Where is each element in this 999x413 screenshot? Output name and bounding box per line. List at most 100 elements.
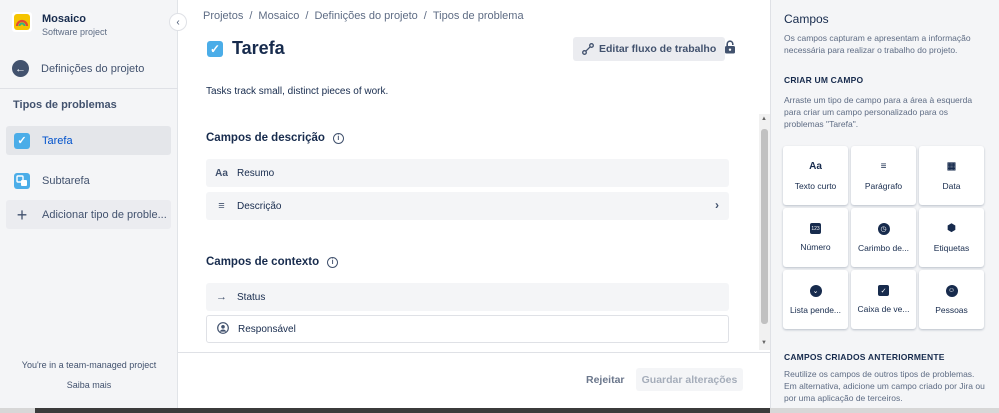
info-icon[interactable]: i — [327, 256, 339, 268]
user-avatar-icon — [216, 321, 229, 337]
field-type-label: Caixa de ve... — [857, 304, 910, 314]
calendar-icon: ▦ — [946, 161, 957, 172]
reject-button[interactable]: Rejeitar — [586, 374, 625, 386]
edit-workflow-button[interactable]: Editar fluxo de trabalho — [573, 37, 726, 61]
breadcrumb-separator: / — [249, 10, 253, 22]
fields-scroll-area[interactable]: Campos de descrição i Aa Resumo ≡ Descri… — [178, 110, 770, 352]
field-type-grid: Aa Texto curto ≡ Parágrafo ▦ Data 123 Nú… — [783, 146, 986, 329]
field-type-label: Lista pende... — [789, 304, 842, 315]
field-label: Descrição — [237, 200, 282, 212]
field-descricao[interactable]: ≡ Descrição › — [206, 192, 729, 220]
create-field-heading: CRIAR UM CAMPO — [784, 75, 864, 85]
field-type-label: Etiquetas — [933, 242, 970, 253]
field-type-dropdown[interactable]: ⌄ Lista pende... — [783, 270, 848, 329]
field-type-timestamp[interactable]: ◷ Carimbo de... — [851, 208, 916, 267]
sidebar-item-label: Tarefa — [42, 134, 73, 147]
field-type-paragraph[interactable]: ≡ Parágrafo — [851, 146, 916, 205]
issue-type-description[interactable]: Tasks track small, distinct pieces of wo… — [206, 86, 388, 97]
sidebar-item-tarefa[interactable]: ✓ Tarefa — [6, 126, 171, 155]
page-title[interactable]: Tarefa — [232, 38, 285, 59]
project-header[interactable]: Mosaico Software project — [12, 12, 107, 38]
learn-more-link[interactable]: Saiba mais — [0, 380, 178, 390]
project-sidebar: Mosaico Software project ← Definições do… — [0, 0, 178, 413]
add-issue-type-label: Adicionar tipo de proble... — [42, 208, 167, 221]
fields-panel-title: Campos — [784, 12, 829, 26]
field-type-checkbox[interactable]: ✓ Caixa de ve... — [851, 270, 916, 329]
breadcrumb-mosaico[interactable]: Mosaico — [258, 10, 299, 22]
main-scrollbar[interactable]: ▲ ▼ — [759, 114, 770, 350]
collapse-sidebar-button[interactable]: ‹ — [169, 13, 187, 31]
context-fields-heading: Campos de contexto i — [206, 256, 339, 268]
field-type-people[interactable]: ☺ Pessoas — [919, 270, 984, 329]
scrollbar-thumb[interactable] — [761, 129, 768, 324]
field-type-label: Carimbo de... — [857, 242, 910, 253]
description-fields-heading: Campos de descrição i — [206, 132, 344, 144]
team-managed-note: You're in a team-managed project — [21, 360, 157, 370]
fields-panel-subtitle: Os campos capturam e apresentam a inform… — [784, 33, 971, 55]
field-label: Resumo — [237, 167, 275, 179]
field-label: Responsável — [238, 323, 296, 335]
chevron-down-icon: ⌄ — [809, 284, 822, 297]
field-status[interactable]: → Status — [206, 283, 729, 311]
scroll-up-arrow-icon[interactable]: ▲ — [761, 116, 767, 122]
arrow-right-icon: → — [216, 291, 227, 303]
field-type-label: Parágrafo — [864, 180, 903, 191]
sidebar-item-subtarefa[interactable]: Subtarefa — [6, 166, 171, 195]
breadcrumb: Projetos / Mosaico / Definições do proje… — [203, 10, 524, 22]
number-icon: 123 — [810, 223, 821, 234]
back-to-settings-link[interactable]: ← Definições do projeto — [12, 60, 144, 77]
breadcrumb-projetos[interactable]: Projetos — [203, 10, 243, 22]
sidebar-item-label: Subtarefa — [42, 174, 90, 187]
paragraph-icon: ≡ — [880, 161, 887, 172]
previous-fields-heading: CAMPOS CRIADOS ANTERIORMENTE — [784, 352, 945, 362]
project-name: Mosaico — [42, 13, 87, 25]
create-field-text: Arraste um tipo de campo para a área à e… — [784, 95, 973, 129]
lock-icon[interactable] — [724, 40, 736, 57]
back-label: Definições do projeto — [41, 62, 145, 75]
issue-type-header: ✓ Tarefa — [207, 38, 285, 59]
checkbox-icon: ✓ — [878, 285, 889, 296]
field-type-labels[interactable]: ⬢ Etiquetas — [919, 208, 984, 267]
context-fields-title: Campos de contexto — [206, 256, 320, 268]
save-changes-button[interactable]: Guardar alterações — [636, 368, 743, 391]
clock-icon: ◷ — [877, 222, 890, 235]
tag-icon: ⬢ — [947, 223, 956, 234]
chevron-left-icon: ‹ — [176, 16, 180, 28]
project-type: Software project — [42, 27, 108, 37]
window-bottom-edge — [0, 408, 999, 413]
app-root: Mosaico Software project ← Definições do… — [0, 0, 999, 413]
info-icon[interactable]: i — [332, 132, 344, 144]
field-type-label: Pessoas — [935, 304, 968, 315]
edit-workflow-label: Editar fluxo de trabalho — [599, 43, 717, 55]
workflow-icon — [582, 43, 594, 55]
text-aa-icon: Aa — [215, 167, 228, 179]
task-check-icon: ✓ — [14, 132, 30, 149]
main-content: Projetos / Mosaico / Definições do proje… — [178, 0, 770, 413]
project-logo-icon — [12, 12, 32, 32]
sidebar-divider — [0, 88, 178, 89]
person-icon: ☺ — [945, 284, 958, 297]
field-responsavel[interactable]: Responsável — [206, 315, 729, 343]
text-aa-icon: Aa — [809, 161, 822, 172]
add-issue-type-button[interactable]: + Adicionar tipo de proble... — [6, 200, 171, 229]
field-type-label: Data — [942, 180, 961, 191]
field-type-short-text[interactable]: Aa Texto curto — [783, 146, 848, 205]
fields-panel: Campos Os campos capturam e apresentam a… — [770, 0, 999, 413]
field-type-label: Texto curto — [794, 180, 837, 191]
field-resumo[interactable]: Aa Resumo — [206, 159, 729, 187]
paragraph-icon: ≡ — [218, 200, 225, 212]
taskbar-strip — [35, 408, 770, 413]
scroll-down-arrow-icon[interactable]: ▼ — [761, 340, 767, 346]
breadcrumb-project-settings[interactable]: Definições do projeto — [314, 10, 417, 22]
breadcrumb-separator: / — [305, 10, 309, 22]
subtask-icon — [14, 172, 30, 189]
breadcrumb-issue-types[interactable]: Tipos de problema — [433, 10, 524, 22]
actions-divider — [178, 352, 770, 353]
field-type-number[interactable]: 123 Número — [783, 208, 848, 267]
description-fields-title: Campos de descrição — [206, 132, 325, 144]
task-check-icon: ✓ — [207, 40, 223, 57]
plus-icon: + — [16, 204, 28, 225]
field-type-date[interactable]: ▦ Data — [919, 146, 984, 205]
field-label: Status — [237, 291, 266, 303]
chevron-right-icon[interactable]: › — [715, 198, 719, 212]
